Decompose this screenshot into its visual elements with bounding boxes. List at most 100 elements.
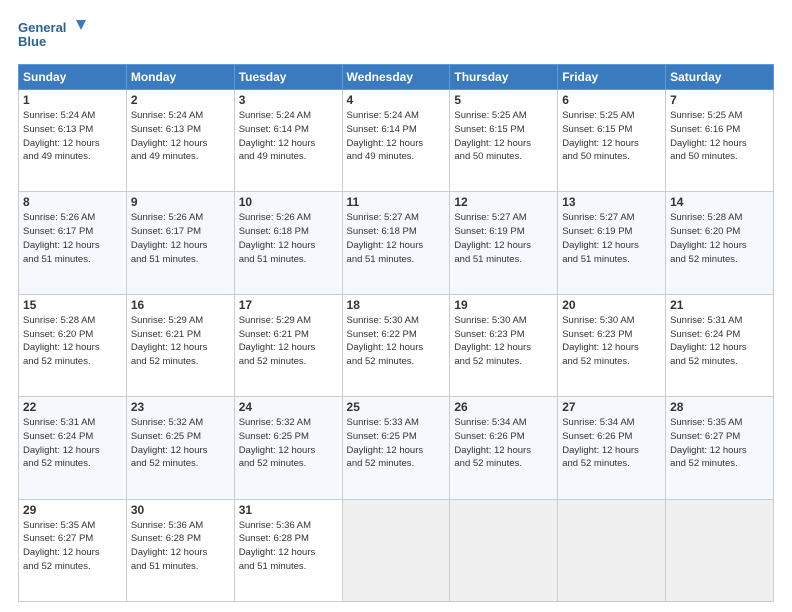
day-number: 23: [131, 400, 230, 414]
day-number: 6: [562, 93, 661, 107]
calendar-cell: 17 Sunrise: 5:29 AMSunset: 6:21 PMDayligh…: [234, 294, 342, 396]
logo: General Blue: [18, 18, 88, 54]
cell-info: Sunrise: 5:30 AMSunset: 6:23 PMDaylight:…: [562, 314, 661, 369]
calendar-table: SundayMondayTuesdayWednesdayThursdayFrid…: [18, 64, 774, 602]
logo-svg: General Blue: [18, 18, 88, 54]
cell-info: Sunrise: 5:24 AMSunset: 6:14 PMDaylight:…: [239, 109, 338, 164]
cell-info: Sunrise: 5:24 AMSunset: 6:13 PMDaylight:…: [23, 109, 122, 164]
calendar-cell: 6 Sunrise: 5:25 AMSunset: 6:15 PMDaylight…: [558, 90, 666, 192]
day-number: 9: [131, 195, 230, 209]
calendar-body: 1 Sunrise: 5:24 AMSunset: 6:13 PMDaylight…: [19, 90, 774, 602]
day-number: 3: [239, 93, 338, 107]
calendar-cell: 2 Sunrise: 5:24 AMSunset: 6:13 PMDaylight…: [126, 90, 234, 192]
calendar-cell: 16 Sunrise: 5:29 AMSunset: 6:21 PMDayligh…: [126, 294, 234, 396]
day-number: 15: [23, 298, 122, 312]
calendar-cell: 1 Sunrise: 5:24 AMSunset: 6:13 PMDaylight…: [19, 90, 127, 192]
day-number: 4: [347, 93, 446, 107]
day-number: 29: [23, 503, 122, 517]
calendar-cell: 10 Sunrise: 5:26 AMSunset: 6:18 PMDayligh…: [234, 192, 342, 294]
calendar-cell: 5 Sunrise: 5:25 AMSunset: 6:15 PMDaylight…: [450, 90, 558, 192]
page: General Blue SundayMondayTuesdayWednesda…: [0, 0, 792, 612]
calendar-week-row: 1 Sunrise: 5:24 AMSunset: 6:13 PMDaylight…: [19, 90, 774, 192]
day-number: 13: [562, 195, 661, 209]
col-header-sunday: Sunday: [19, 65, 127, 90]
day-number: 20: [562, 298, 661, 312]
calendar-cell: 30Sunrise: 5:36 AMSunset: 6:28 PMDayligh…: [126, 499, 234, 601]
calendar-cell: 12 Sunrise: 5:27 AMSunset: 6:19 PMDayligh…: [450, 192, 558, 294]
calendar-cell: 25 Sunrise: 5:33 AMSunset: 6:25 PMDayligh…: [342, 397, 450, 499]
cell-info: Sunrise: 5:35 AMSunset: 6:27 PMDaylight:…: [23, 519, 122, 574]
day-number: 21: [670, 298, 769, 312]
cell-info: Sunrise: 5:27 AMSunset: 6:19 PMDaylight:…: [454, 211, 553, 266]
day-number: 17: [239, 298, 338, 312]
calendar-cell: 9Sunrise: 5:26 AMSunset: 6:17 PMDaylight…: [126, 192, 234, 294]
col-header-thursday: Thursday: [450, 65, 558, 90]
day-number: 14: [670, 195, 769, 209]
calendar-cell: [342, 499, 450, 601]
cell-info: Sunrise: 5:31 AMSunset: 6:24 PMDaylight:…: [670, 314, 769, 369]
cell-info: Sunrise: 5:31 AMSunset: 6:24 PMDaylight:…: [23, 416, 122, 471]
day-number: 2: [131, 93, 230, 107]
calendar-cell: 15 Sunrise: 5:28 AMSunset: 6:20 PMDayligh…: [19, 294, 127, 396]
day-number: 8: [23, 195, 122, 209]
day-number: 12: [454, 195, 553, 209]
calendar-cell: 18Sunrise: 5:30 AMSunset: 6:22 PMDayligh…: [342, 294, 450, 396]
calendar-cell: 7Sunrise: 5:25 AMSunset: 6:16 PMDaylight…: [666, 90, 774, 192]
calendar-cell: 3 Sunrise: 5:24 AMSunset: 6:14 PMDaylight…: [234, 90, 342, 192]
calendar-cell: 24 Sunrise: 5:32 AMSunset: 6:25 PMDayligh…: [234, 397, 342, 499]
day-number: 5: [454, 93, 553, 107]
day-number: 10: [239, 195, 338, 209]
cell-info: Sunrise: 5:26 AMSunset: 6:18 PMDaylight:…: [239, 211, 338, 266]
cell-info: Sunrise: 5:24 AMSunset: 6:14 PMDaylight:…: [347, 109, 446, 164]
cell-info: Sunrise: 5:34 AMSunset: 6:26 PMDaylight:…: [562, 416, 661, 471]
cell-info: Sunrise: 5:26 AMSunset: 6:17 PMDaylight:…: [23, 211, 122, 266]
day-number: 1: [23, 93, 122, 107]
calendar-cell: 11 Sunrise: 5:27 AMSunset: 6:18 PMDayligh…: [342, 192, 450, 294]
calendar-cell: 14 Sunrise: 5:28 AMSunset: 6:20 PMDayligh…: [666, 192, 774, 294]
cell-info: Sunrise: 5:32 AMSunset: 6:25 PMDaylight:…: [131, 416, 230, 471]
calendar-week-row: 29 Sunrise: 5:35 AMSunset: 6:27 PMDayligh…: [19, 499, 774, 601]
calendar-cell: 22 Sunrise: 5:31 AMSunset: 6:24 PMDayligh…: [19, 397, 127, 499]
day-number: 25: [347, 400, 446, 414]
cell-info: Sunrise: 5:29 AMSunset: 6:21 PMDaylight:…: [239, 314, 338, 369]
svg-text:General: General: [18, 20, 66, 35]
cell-info: Sunrise: 5:24 AMSunset: 6:13 PMDaylight:…: [131, 109, 230, 164]
calendar-cell: 20 Sunrise: 5:30 AMSunset: 6:23 PMDayligh…: [558, 294, 666, 396]
col-header-tuesday: Tuesday: [234, 65, 342, 90]
day-number: 26: [454, 400, 553, 414]
header: General Blue: [18, 18, 774, 54]
cell-info: Sunrise: 5:27 AMSunset: 6:18 PMDaylight:…: [347, 211, 446, 266]
calendar-cell: 26Sunrise: 5:34 AMSunset: 6:26 PMDayligh…: [450, 397, 558, 499]
cell-info: Sunrise: 5:25 AMSunset: 6:15 PMDaylight:…: [562, 109, 661, 164]
day-number: 24: [239, 400, 338, 414]
calendar-cell: 28Sunrise: 5:35 AMSunset: 6:27 PMDayligh…: [666, 397, 774, 499]
cell-info: Sunrise: 5:27 AMSunset: 6:19 PMDaylight:…: [562, 211, 661, 266]
calendar-cell: 13 Sunrise: 5:27 AMSunset: 6:19 PMDayligh…: [558, 192, 666, 294]
calendar-cell: 27 Sunrise: 5:34 AMSunset: 6:26 PMDayligh…: [558, 397, 666, 499]
day-number: 16: [131, 298, 230, 312]
calendar-week-row: 22 Sunrise: 5:31 AMSunset: 6:24 PMDayligh…: [19, 397, 774, 499]
calendar-cell: [666, 499, 774, 601]
cell-info: Sunrise: 5:32 AMSunset: 6:25 PMDaylight:…: [239, 416, 338, 471]
cell-info: Sunrise: 5:35 AMSunset: 6:27 PMDaylight:…: [670, 416, 769, 471]
cell-info: Sunrise: 5:30 AMSunset: 6:22 PMDaylight:…: [347, 314, 446, 369]
day-number: 11: [347, 195, 446, 209]
col-header-saturday: Saturday: [666, 65, 774, 90]
calendar-cell: 19Sunrise: 5:30 AMSunset: 6:23 PMDayligh…: [450, 294, 558, 396]
col-header-wednesday: Wednesday: [342, 65, 450, 90]
calendar-cell: 31Sunrise: 5:36 AMSunset: 6:28 PMDayligh…: [234, 499, 342, 601]
cell-info: Sunrise: 5:28 AMSunset: 6:20 PMDaylight:…: [23, 314, 122, 369]
cell-info: Sunrise: 5:33 AMSunset: 6:25 PMDaylight:…: [347, 416, 446, 471]
calendar-cell: 21 Sunrise: 5:31 AMSunset: 6:24 PMDayligh…: [666, 294, 774, 396]
cell-info: Sunrise: 5:25 AMSunset: 6:15 PMDaylight:…: [454, 109, 553, 164]
col-header-monday: Monday: [126, 65, 234, 90]
day-number: 31: [239, 503, 338, 517]
cell-info: Sunrise: 5:28 AMSunset: 6:20 PMDaylight:…: [670, 211, 769, 266]
calendar-cell: 4 Sunrise: 5:24 AMSunset: 6:14 PMDaylight…: [342, 90, 450, 192]
day-number: 27: [562, 400, 661, 414]
calendar-cell: 23 Sunrise: 5:32 AMSunset: 6:25 PMDayligh…: [126, 397, 234, 499]
day-number: 7: [670, 93, 769, 107]
day-number: 22: [23, 400, 122, 414]
cell-info: Sunrise: 5:29 AMSunset: 6:21 PMDaylight:…: [131, 314, 230, 369]
calendar-cell: 29 Sunrise: 5:35 AMSunset: 6:27 PMDayligh…: [19, 499, 127, 601]
